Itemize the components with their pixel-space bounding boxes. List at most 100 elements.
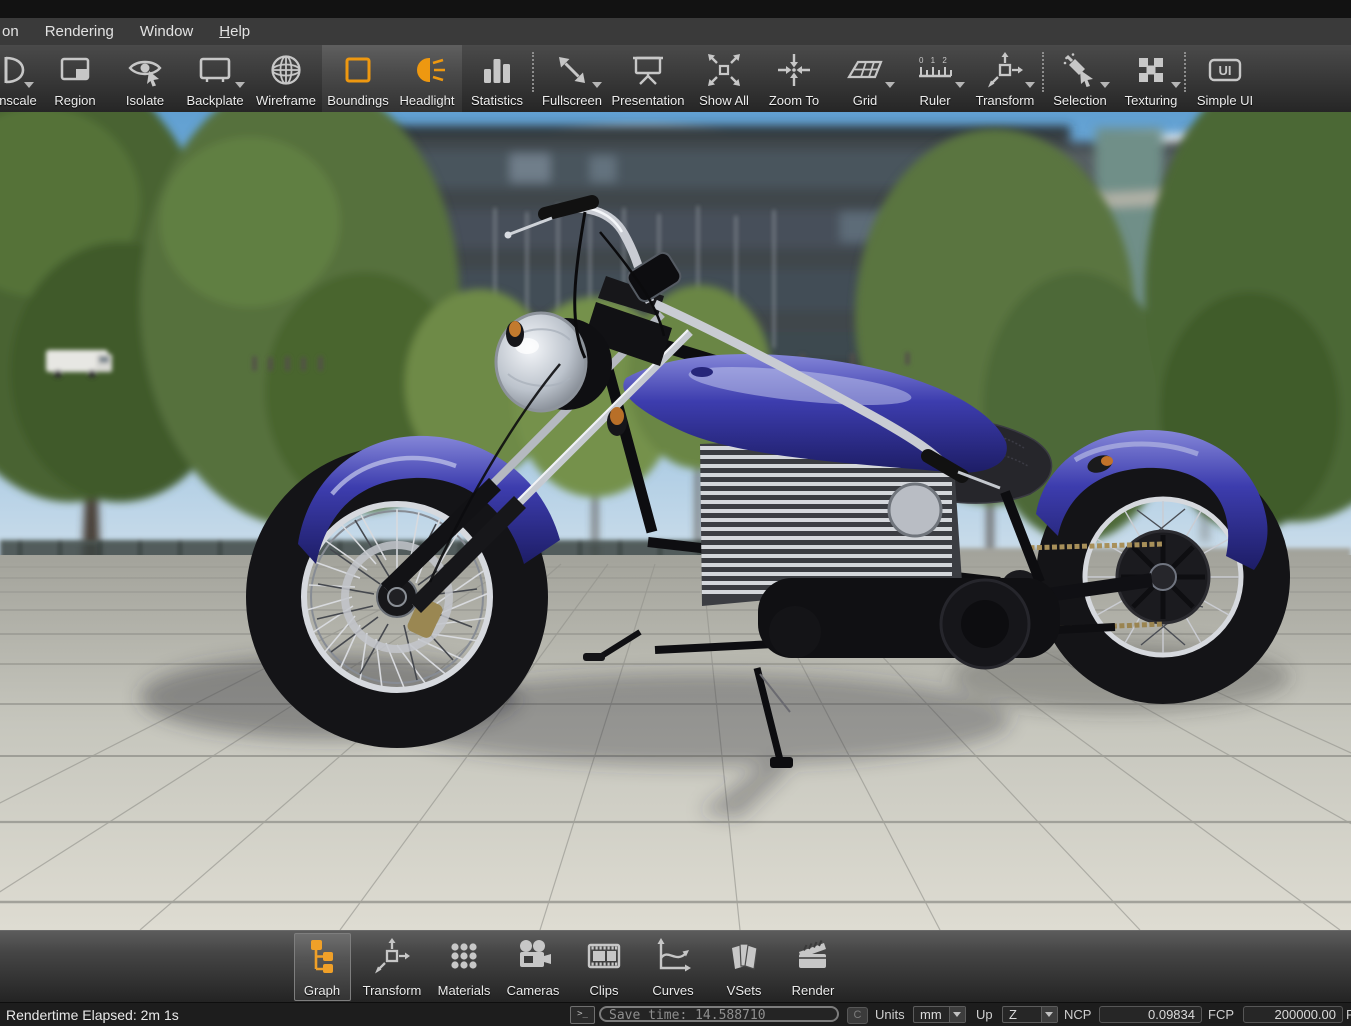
dock-label: Render — [781, 983, 845, 998]
toolbar-button-ruler[interactable]: 0 1 2 Ruler — [897, 45, 973, 112]
module-dock: Graph Transform Materials — [0, 930, 1351, 1003]
toolbar-button-transform[interactable]: Transform — [967, 45, 1043, 112]
clear-console-button[interactable]: C — [847, 1007, 868, 1024]
vsets-icon — [724, 936, 764, 976]
toolbar-label: Boundings — [320, 93, 396, 108]
headlight-icon — [407, 50, 447, 90]
toolbar-label: Zoom To — [756, 93, 832, 108]
menu-bar: on Rendering Window Help — [0, 18, 1351, 46]
status-bar: Rendertime Elapsed: 2m 1s >_ Save time: … — [0, 1002, 1351, 1026]
dock-button-clips[interactable]: Clips — [572, 933, 636, 1001]
chevron-down-icon — [885, 82, 895, 88]
dock-button-materials[interactable]: Materials — [432, 933, 496, 1001]
toolbar-label: Transform — [967, 93, 1043, 108]
chevron-down-icon — [235, 82, 245, 88]
toolbar-label: Simple UI — [1187, 93, 1263, 108]
units-value: mm — [920, 1007, 942, 1022]
chevron-down-icon[interactable] — [949, 1007, 965, 1022]
toolbar-label: Headlight — [389, 93, 465, 108]
toolbar-button-isolate[interactable]: Isolate — [107, 45, 183, 112]
partial-right-label: F — [1346, 1003, 1351, 1026]
graph-icon — [302, 936, 342, 976]
toolbar-button-region[interactable]: Region — [37, 45, 113, 112]
chevron-down-icon — [1025, 82, 1035, 88]
viewport-3d[interactable] — [0, 112, 1351, 930]
toolbar-button-show-all[interactable]: Show All — [686, 45, 762, 112]
svg-text:UI: UI — [1219, 63, 1232, 78]
command-line-field[interactable]: Save time: 14.588710 — [599, 1006, 839, 1022]
ncp-field[interactable]: 0.09834 — [1099, 1006, 1202, 1023]
toolbar-button-zoom-to[interactable]: Zoom To — [756, 45, 832, 112]
toolbar-label: Presentation — [610, 93, 686, 108]
selection-icon — [1060, 50, 1100, 90]
svg-text:0 1 2: 0 1 2 — [919, 56, 949, 65]
toolbar-button-presentation[interactable]: Presentation — [610, 45, 686, 112]
dock-label: Graph — [290, 983, 354, 998]
toolbar-label: Selection — [1042, 93, 1118, 108]
curves-icon — [653, 936, 693, 976]
dock-label: Clips — [572, 983, 636, 998]
chevron-down-icon — [1100, 82, 1110, 88]
dock-label: Cameras — [501, 983, 565, 998]
toolbar-button-simple-ui[interactable]: UI Simple UI — [1187, 45, 1263, 112]
menu-item-rendering[interactable]: Rendering — [32, 19, 127, 45]
ncp-label: NCP — [1064, 1003, 1091, 1026]
cameras-icon — [513, 936, 553, 976]
toolbar-button-statistics[interactable]: Statistics — [459, 45, 535, 112]
main-toolbar: nscale Region Isolate — [0, 45, 1351, 113]
region-icon — [55, 50, 95, 90]
grid-icon — [845, 50, 885, 90]
menu-item-window[interactable]: Window — [127, 19, 206, 45]
show-all-icon — [704, 50, 744, 90]
toolbar-button-headlight[interactable]: Headlight — [389, 45, 465, 112]
rendertime-status: Rendertime Elapsed: 2m 1s — [6, 1003, 179, 1026]
toolbar-button-boundings[interactable]: Boundings — [320, 45, 396, 112]
wireframe-icon — [266, 50, 306, 90]
dock-button-cameras[interactable]: Cameras — [501, 933, 565, 1001]
toolbar-label: Texturing — [1113, 93, 1189, 108]
toolbar-label: Region — [37, 93, 113, 108]
up-axis-select[interactable]: Z — [1002, 1006, 1058, 1023]
chevron-down-icon — [24, 82, 34, 88]
toolbar-label: Ruler — [897, 93, 973, 108]
title-bar — [0, 0, 1351, 18]
chevron-down-icon — [592, 82, 602, 88]
materials-icon — [444, 936, 484, 976]
menu-item-help[interactable]: Help — [206, 19, 263, 45]
toolbar-button-grid[interactable]: Grid — [827, 45, 903, 112]
dock-label: Materials — [432, 983, 496, 998]
toolbar-label: Isolate — [107, 93, 183, 108]
toolbar-button-fullscreen[interactable]: Fullscreen — [534, 45, 610, 112]
toolbar-button-wireframe[interactable]: Wireframe — [248, 45, 324, 112]
toolbar-label: Grid — [827, 93, 903, 108]
toolbar-button-texturing[interactable]: Texturing — [1113, 45, 1189, 112]
render-icon — [793, 936, 833, 976]
dock-label: VSets — [712, 983, 776, 998]
application-window: on Rendering Window Help nscale Region — [0, 0, 1351, 1026]
dock-button-graph[interactable]: Graph — [290, 933, 354, 1001]
up-axis-label: Up — [976, 1003, 993, 1026]
isolate-icon — [125, 50, 165, 90]
dock-button-transform[interactable]: Transform — [360, 933, 424, 1001]
dock-button-curves[interactable]: Curves — [641, 933, 705, 1001]
fullscreen-icon — [552, 50, 592, 90]
simple-ui-icon: UI — [1205, 50, 1245, 90]
backplate-icon — [195, 50, 235, 90]
up-axis-value: Z — [1009, 1007, 1017, 1022]
units-select[interactable]: mm — [913, 1006, 966, 1023]
fcp-field[interactable]: 200000.00 — [1243, 1006, 1343, 1023]
chevron-down-icon[interactable] — [1041, 1007, 1057, 1022]
dock-button-render[interactable]: Render — [781, 933, 845, 1001]
toolbar-button-backplate[interactable]: Backplate — [177, 45, 253, 112]
dock-label: Curves — [641, 983, 705, 998]
dock-button-vsets[interactable]: VSets — [712, 933, 776, 1001]
terminal-icon[interactable]: >_ — [570, 1006, 595, 1024]
zoom-to-icon — [774, 50, 814, 90]
toolbar-separator — [1184, 52, 1186, 92]
texturing-icon — [1131, 50, 1171, 90]
ruler-icon: 0 1 2 — [915, 50, 955, 90]
toolbar-label: Show All — [686, 93, 762, 108]
toolbar-button-selection[interactable]: Selection — [1042, 45, 1118, 112]
menu-item-partial[interactable]: on — [0, 19, 32, 45]
dock-label: Transform — [360, 983, 424, 998]
